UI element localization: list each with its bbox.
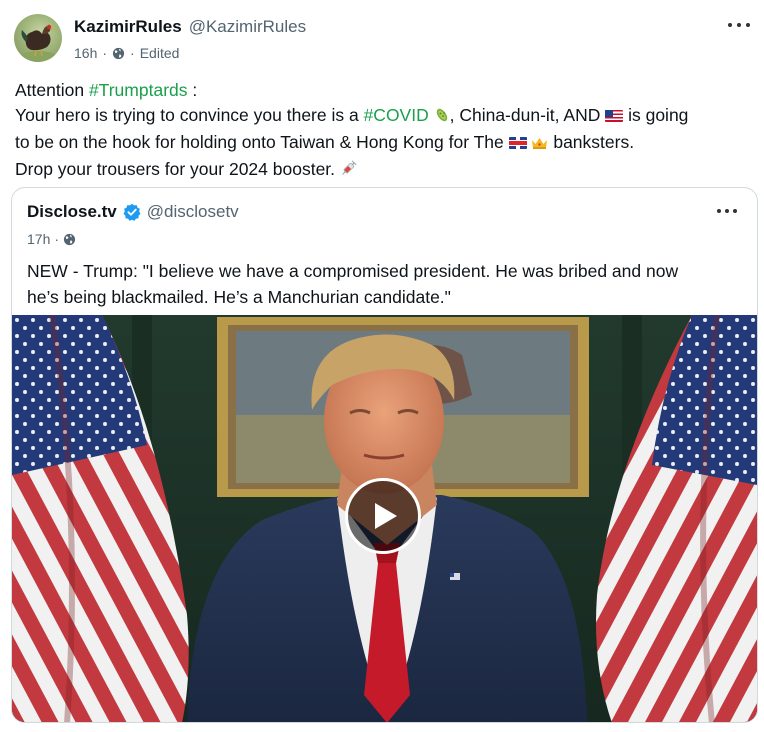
verified-badge-icon [123,203,141,221]
quoted-post-card[interactable]: Disclose.tv @disclosetv 17h · NEW - Trum… [11,187,758,723]
text-segment: banksters. [548,132,635,152]
text-segment: , China-dun-it, AND [449,105,606,125]
uk-flag-emoji-icon [508,137,527,149]
more-dots-icon[interactable] [728,18,750,32]
post-timestamp[interactable]: 16h [74,45,97,61]
post-meta: 16h · · Edited [74,44,179,62]
microbe-emoji-icon [434,105,450,130]
quoted-author-row: Disclose.tv @disclosetv [27,202,239,222]
text-segment: Drop your trousers for your 2024 booster… [15,159,340,179]
edited-label[interactable]: Edited [140,45,180,61]
author-avatar[interactable] [14,14,62,62]
meta-separator: · [102,45,108,61]
quoted-author-handle[interactable]: @disclosetv [147,202,239,222]
syringe-emoji-icon [340,159,357,184]
author-row: KazimirRules @KazimirRules [74,17,306,39]
quoted-more-dots-icon[interactable] [717,206,737,216]
post-card: KazimirRules @KazimirRules 16h · · Edite… [0,0,764,732]
us-flag-emoji-icon [605,110,624,122]
text-segment: to be on the hook for holding onto Taiwa… [15,132,509,152]
quoted-text-line: he’s being blackmailed. He’s a Manchuria… [27,287,451,307]
text-segment: : [187,80,198,100]
post-text: Attention #Trumptards : Your hero is try… [15,78,755,184]
globe-icon [112,47,125,59]
meta-separator: · [54,231,60,247]
quoted-post-text: NEW - Trump: "I believe we have a compro… [27,258,747,310]
quoted-text-line: NEW - Trump: "I believe we have a compro… [27,261,679,281]
hashtag-trumptards[interactable]: #Trumptards [89,80,188,100]
text-segment: Your hero is trying to convince you ther… [15,105,364,125]
play-button[interactable] [345,478,421,554]
rooster-avatar-icon [20,24,56,62]
post-text-line: Drop your trousers for your 2024 booster… [15,157,755,184]
quoted-post-meta: 17h · [27,231,76,247]
globe-icon [63,233,76,245]
meta-separator: · [130,45,135,61]
quoted-timestamp[interactable]: 17h [27,231,50,247]
video-player[interactable] [12,315,757,722]
text-segment: Attention [15,80,89,100]
quoted-author-display-name[interactable]: Disclose.tv [27,202,117,222]
crown-emoji-icon [531,132,548,157]
post-text-line: to be on the hook for holding onto Taiwa… [15,130,755,157]
post-text-line: Attention #Trumptards : [15,78,755,103]
hashtag-covid[interactable]: #COVID [364,105,429,125]
text-segment: is going [623,105,689,125]
author-display-name[interactable]: KazimirRules [74,17,182,37]
play-icon [375,503,397,529]
post-text-line: Your hero is trying to convince you ther… [15,103,755,130]
author-handle[interactable]: @KazimirRules [189,17,306,37]
